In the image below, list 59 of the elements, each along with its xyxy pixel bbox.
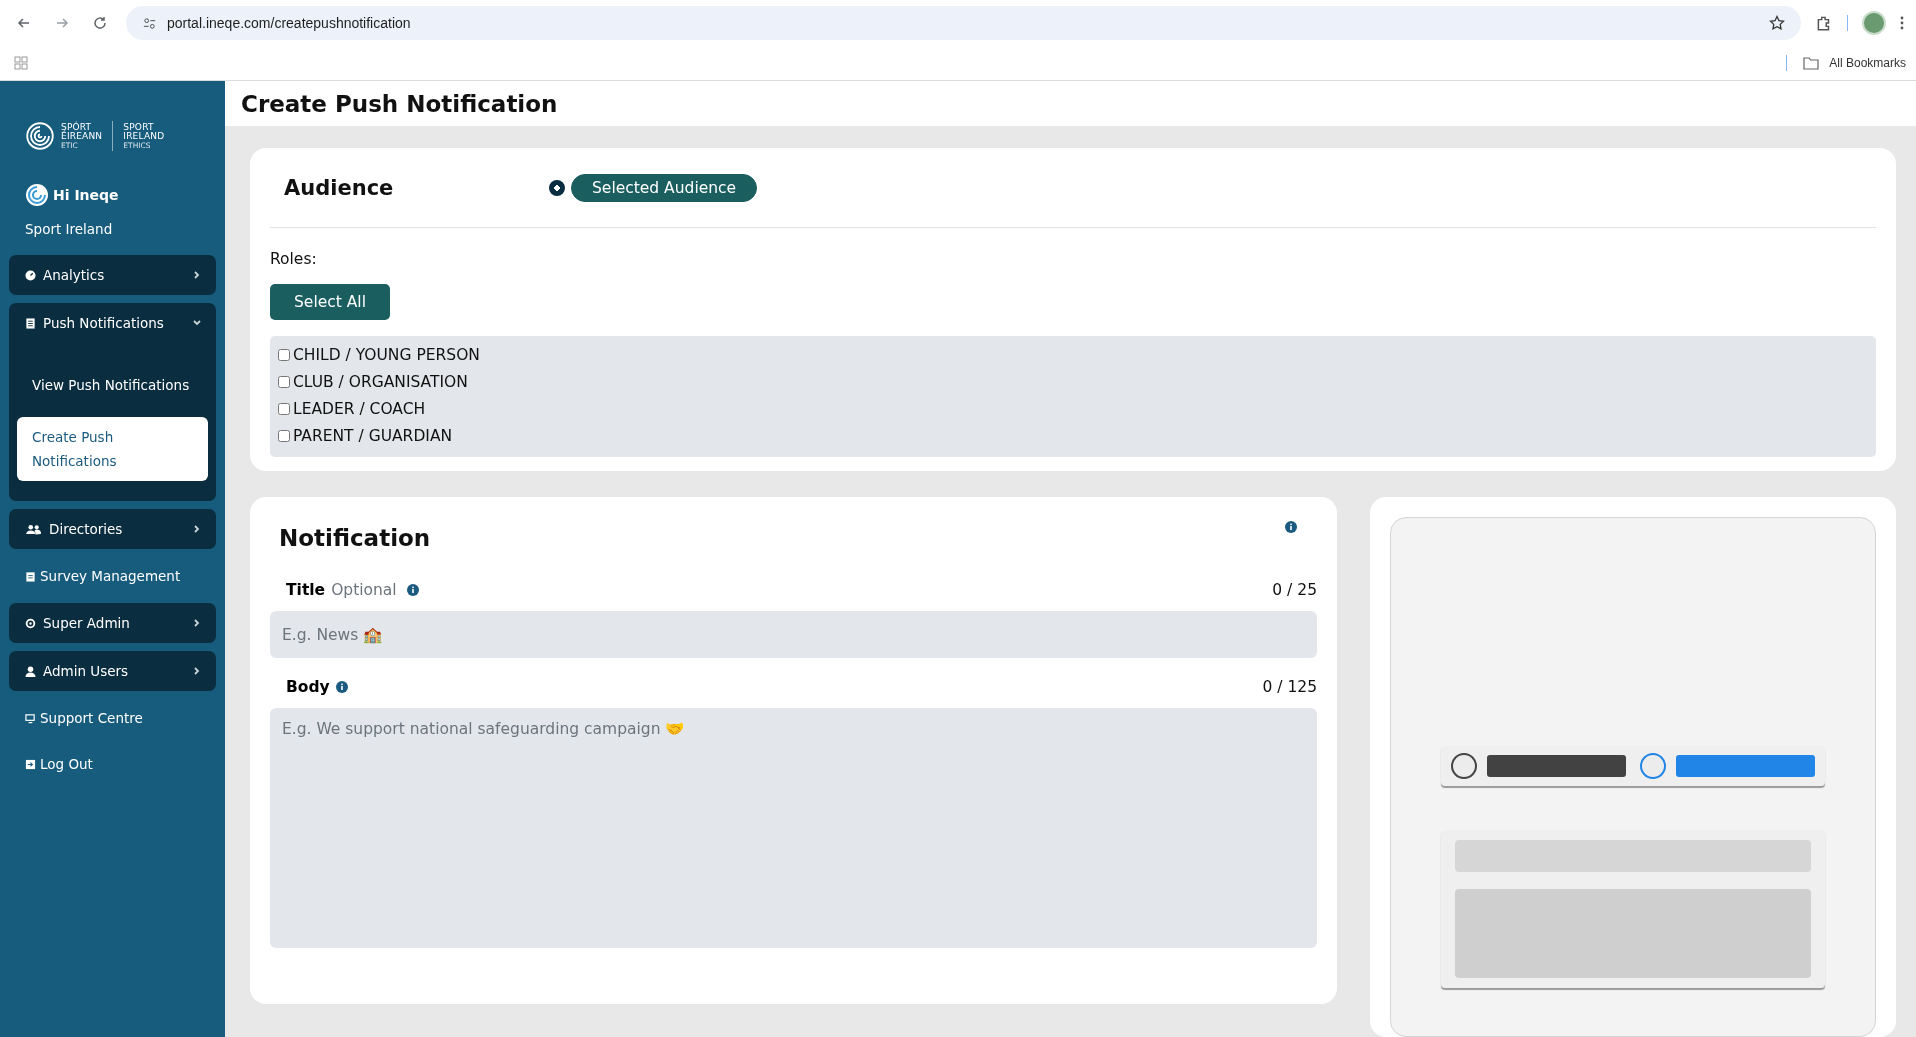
reload-icon[interactable] xyxy=(92,15,108,31)
menu-item[interactable]: Log Out xyxy=(9,745,216,783)
greeting: Hi Ineqe xyxy=(53,187,119,203)
select-all-button[interactable]: Select All xyxy=(270,284,390,320)
menu-icon[interactable] xyxy=(1900,15,1904,31)
info-icon[interactable] xyxy=(406,584,419,596)
field-hint: Optional xyxy=(331,581,397,599)
menu-item[interactable]: Support Centre xyxy=(9,699,216,737)
gear-icon xyxy=(25,617,36,629)
character-counter: 0 / 125 xyxy=(1262,678,1317,696)
address-bar[interactable]: portal.ineqe.com/createpushnotification xyxy=(126,6,1801,40)
menu-item[interactable]: Super Admin xyxy=(9,603,216,643)
folder-icon xyxy=(1803,56,1820,70)
avatar-icon xyxy=(25,183,49,207)
all-bookmarks-link[interactable]: All Bookmarks xyxy=(1829,56,1906,70)
radio-button[interactable] xyxy=(549,179,565,196)
swirl-logo-icon xyxy=(25,121,55,151)
info-icon[interactable] xyxy=(1285,521,1297,533)
page-title: Create Push Notification xyxy=(241,90,558,117)
logo-text: IRELAND xyxy=(123,131,165,141)
role-label: PARENT / GUARDIAN xyxy=(293,427,453,445)
list-icon xyxy=(25,317,36,329)
role-label: CHILD / YOUNG PERSON xyxy=(293,346,480,364)
roles-label: Roles: xyxy=(270,250,318,268)
menu-item[interactable]: Directories xyxy=(9,509,216,549)
profile-avatar[interactable] xyxy=(1862,11,1886,35)
star-icon[interactable] xyxy=(1769,15,1785,31)
character-counter: 0 / 25 xyxy=(1272,581,1317,599)
role-checkbox[interactable] xyxy=(278,376,290,388)
info-icon[interactable] xyxy=(335,681,348,693)
section-heading: Notification xyxy=(279,525,431,551)
menu-item[interactable]: Admin Users xyxy=(9,651,216,691)
audience-option[interactable]: Selected Audience xyxy=(571,173,758,202)
field-label: Title xyxy=(286,581,326,599)
submenu-item[interactable]: Create Push Notifications xyxy=(17,417,208,481)
monitor-icon xyxy=(25,712,36,724)
person-icon xyxy=(25,665,36,677)
submenu-item[interactable]: View Push Notifications xyxy=(17,365,208,405)
title-input[interactable]: E.g. News 🏫 xyxy=(270,611,1317,658)
role-checkbox[interactable] xyxy=(278,349,290,361)
people-icon xyxy=(25,523,42,535)
menu-item[interactable]: Push Notifications xyxy=(9,303,216,343)
clipboard-icon xyxy=(25,570,36,582)
site-settings-icon[interactable] xyxy=(142,15,157,31)
menu-item[interactable]: Survey Management xyxy=(9,557,216,595)
gauge-icon xyxy=(25,269,36,281)
body-textarea[interactable]: E.g. We support national safeguarding campaign 🤝 xyxy=(270,708,1317,948)
role-label: LEADER / COACH xyxy=(293,400,426,418)
organisation-name: Sport Ireland xyxy=(25,221,114,237)
role-checkbox[interactable] xyxy=(278,403,290,415)
field-label: Body xyxy=(286,678,330,696)
section-heading: Audience xyxy=(284,175,395,200)
logo-text: SPÓRT xyxy=(61,122,92,132)
role-label: CLUB / ORGANISATION xyxy=(293,373,468,391)
logo-text: ÉIREANN xyxy=(61,131,103,141)
role-checkbox[interactable] xyxy=(278,430,290,442)
logo-text: SPORT xyxy=(123,122,155,132)
menu-item[interactable]: Analytics xyxy=(9,255,216,295)
logout-icon xyxy=(25,758,36,770)
